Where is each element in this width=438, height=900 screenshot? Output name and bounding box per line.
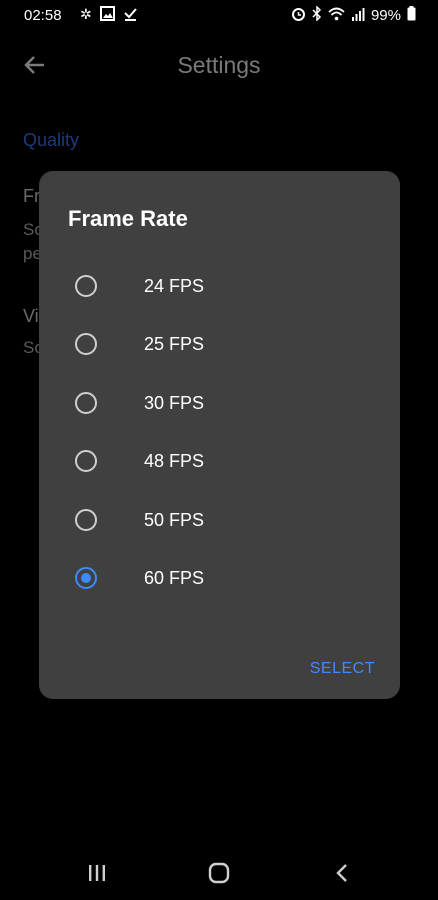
dialog-title: Frame Rate bbox=[68, 206, 188, 231]
setting-title-frame-rate[interactable]: Fr bbox=[23, 186, 40, 207]
option-25-fps[interactable]: 25 FPS bbox=[39, 317, 400, 375]
section-header-quality: Quality bbox=[23, 130, 80, 150]
battery-percent: 99% bbox=[370, 6, 401, 24]
recents-icon[interactable] bbox=[82, 858, 112, 888]
radio-button[interactable] bbox=[75, 391, 97, 414]
image-icon bbox=[99, 6, 115, 24]
status-right: 99% bbox=[291, 5, 416, 24]
setting-title-video[interactable]: Vi bbox=[23, 306, 39, 327]
option-label: 24 FPS bbox=[144, 276, 205, 296]
back-chevron-icon[interactable] bbox=[328, 858, 358, 888]
frame-rate-dialog: Frame Rate 24 FPS 25 FPS 30 FPS 48 FPS 5… bbox=[39, 171, 400, 699]
alarm-icon bbox=[291, 6, 306, 24]
home-icon[interactable] bbox=[204, 858, 234, 888]
frame-rate-options: 24 FPS 25 FPS 30 FPS 48 FPS 50 FPS 60 FP… bbox=[39, 259, 400, 609]
option-48-fps[interactable]: 48 FPS bbox=[39, 434, 400, 492]
option-label: 48 FPS bbox=[144, 451, 205, 472]
option-24-fps[interactable]: 24 FPS bbox=[39, 259, 400, 317]
radio-button[interactable] bbox=[75, 450, 97, 473]
wifi-icon bbox=[328, 7, 345, 24]
status-bar: 02:58 ✲ 99% bbox=[0, 0, 438, 32]
status-left-icons: ✲ bbox=[80, 6, 138, 24]
option-30-fps[interactable]: 30 FPS bbox=[39, 376, 400, 434]
option-60-fps[interactable]: 60 FPS bbox=[39, 551, 400, 609]
option-50-fps[interactable]: 50 FPS bbox=[39, 493, 400, 551]
battery-icon bbox=[407, 6, 416, 24]
option-label: 25 FPS bbox=[144, 334, 205, 355]
option-label: 60 FPS bbox=[144, 567, 205, 588]
radio-button[interactable] bbox=[75, 508, 97, 531]
page-title: Settings bbox=[177, 52, 261, 78]
radio-button-selected[interactable] bbox=[75, 566, 97, 589]
radio-button[interactable] bbox=[75, 333, 97, 356]
pinwheel-icon: ✲ bbox=[80, 6, 92, 22]
screen: 02:58 ✲ 99% Settings Quality Fr So pe Vi… bbox=[0, 0, 438, 900]
option-label: 30 FPS bbox=[144, 392, 205, 413]
navigation-bar bbox=[0, 848, 438, 900]
option-label: 50 FPS bbox=[144, 509, 205, 530]
select-button[interactable]: SELECT bbox=[310, 660, 375, 678]
signal-icon bbox=[351, 7, 365, 24]
radio-button[interactable] bbox=[75, 275, 97, 297]
status-time: 02:58 bbox=[24, 7, 62, 24]
download-done-icon bbox=[123, 6, 138, 24]
bluetooth-icon bbox=[312, 5, 322, 24]
